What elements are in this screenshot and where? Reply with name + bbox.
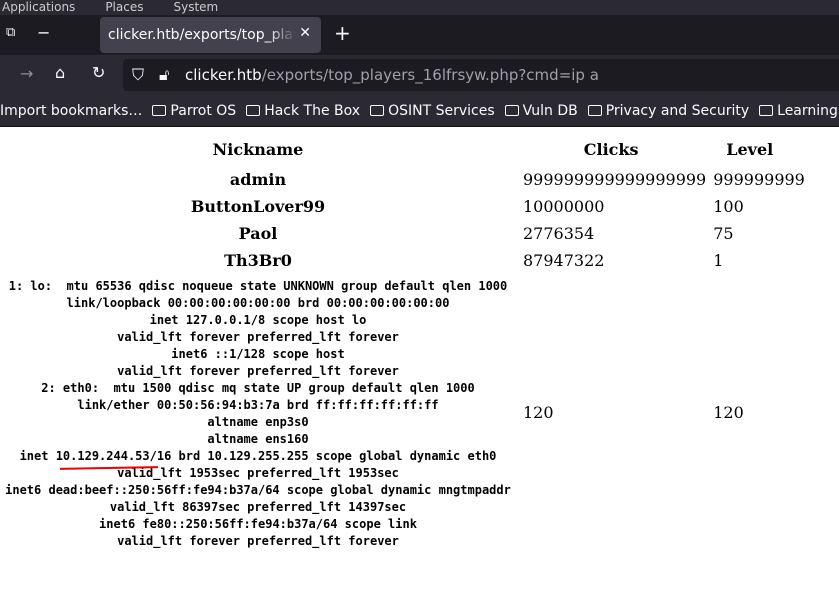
- table-row: admin 999999999999999999 999999999: [0, 166, 805, 193]
- url-host: clicker.htb: [185, 66, 262, 84]
- level-cell: 75: [713, 224, 734, 243]
- folder-icon: [152, 105, 167, 116]
- restore-window-icon[interactable]: ⧉: [6, 25, 15, 40]
- bookmark-label: Hack The Box: [264, 102, 361, 119]
- insecure-lock-icon[interactable]: 🔓︎: [159, 65, 169, 85]
- table-row: ButtonLover99 10000000 100: [0, 193, 805, 220]
- bookmarks-toolbar: Import bookmarks… Parrot OS Hack The Box…: [0, 95, 839, 127]
- tab-title: clicker.htb/exports/top_players_16lfrsyw…: [108, 27, 296, 43]
- header-clicks: Clicks: [583, 139, 639, 159]
- nickname-cell: ButtonLover99: [190, 197, 326, 216]
- bookmark-label: Parrot OS: [170, 102, 237, 119]
- header-nickname: Nickname: [212, 139, 304, 159]
- table-row-command-output: 1: lo: mtu 65536 qdisc noqueue state UNK…: [0, 274, 805, 550]
- clicks-cell: 2776354: [523, 224, 595, 243]
- system-menu-bar: Applications Places System: [0, 0, 839, 15]
- level-cell: 100: [713, 197, 744, 216]
- minimize-window-icon[interactable]: −: [37, 23, 50, 42]
- menu-applications[interactable]: Applications: [2, 0, 75, 14]
- nickname-cell: Paol: [238, 224, 278, 243]
- folder-icon: [246, 105, 261, 116]
- level-cell: 1: [713, 251, 724, 270]
- new-tab-icon[interactable]: +: [334, 21, 351, 45]
- bookmark-label: OSINT Services: [388, 102, 495, 119]
- table-row: Th3Br0 87947322 1: [0, 247, 805, 274]
- level-cell: 999999999: [713, 170, 805, 189]
- nav-bar: → ⌂ ↻ ⛉ 🔓︎ clicker.htb/exports/top_playe…: [0, 55, 839, 95]
- table-header: Nickname Clicks Level: [0, 132, 805, 166]
- bookmark-label: Learning Res: [777, 102, 839, 119]
- bookmark-folder[interactable]: Vuln DB: [504, 102, 578, 119]
- clicks-cell: 999999999999999999: [523, 170, 707, 189]
- top-players-table: Nickname Clicks Level admin 9999999999999…: [0, 132, 805, 550]
- menu-system[interactable]: System: [173, 0, 218, 14]
- bookmark-folder[interactable]: OSINT Services: [370, 103, 495, 119]
- header-level: Level: [726, 139, 774, 159]
- tab-active[interactable]: clicker.htb/exports/top_players_16lfrsyw…: [100, 17, 321, 53]
- close-tab-icon[interactable]: ✕: [299, 25, 311, 41]
- url-path: /exports/top_players_16lfrsyw.php?cmd=ip…: [261, 66, 599, 84]
- bookmark-label: Privacy and Security: [605, 102, 750, 119]
- home-icon[interactable]: ⌂: [55, 63, 65, 82]
- menu-places[interactable]: Places: [105, 0, 143, 14]
- folder-icon: [504, 105, 519, 116]
- bookmark-label: Import bookmarks…: [0, 102, 143, 119]
- clicks-cell: 120: [523, 402, 554, 422]
- bookmark-import[interactable]: Import bookmarks…: [0, 103, 142, 119]
- clicks-cell: 87947322: [523, 251, 605, 270]
- shield-icon[interactable]: ⛉: [132, 65, 144, 85]
- bookmark-folder[interactable]: Privacy and Security: [587, 102, 750, 119]
- reload-icon[interactable]: ↻: [92, 63, 105, 82]
- clicks-cell: 10000000: [523, 197, 605, 216]
- forward-icon[interactable]: →: [20, 64, 33, 83]
- bookmark-folder[interactable]: Learning Res: [759, 103, 839, 119]
- tab-bar: ⧉ − clicker.htb/exports/top_players_16lf…: [0, 15, 839, 55]
- folder-icon: [587, 105, 602, 116]
- table-row: Paol 2776354 75: [0, 220, 805, 247]
- nickname-cell: Th3Br0: [224, 251, 292, 270]
- bookmark-folder[interactable]: Parrot OS: [152, 103, 236, 119]
- level-cell: 120: [713, 402, 744, 422]
- command-output: 1: lo: mtu 65536 qdisc noqueue state UNK…: [5, 279, 511, 548]
- bookmark-folder[interactable]: Hack The Box: [246, 103, 360, 119]
- folder-icon: [759, 105, 774, 116]
- folder-icon: [370, 105, 385, 116]
- url-bar[interactable]: ⛉ 🔓︎ clicker.htb/exports/top_players_16l…: [123, 59, 839, 91]
- bookmark-label: Vuln DB: [522, 102, 578, 119]
- nickname-cell: admin: [229, 170, 287, 189]
